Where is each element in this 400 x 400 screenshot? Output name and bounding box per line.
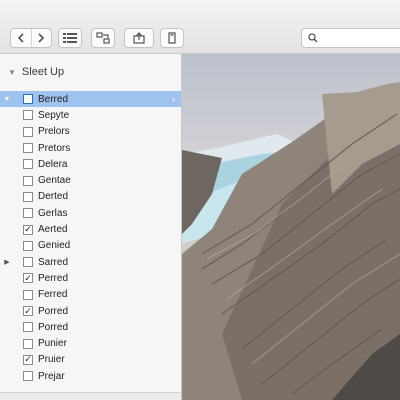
- tag-icon: [168, 32, 176, 44]
- sidebar-item-label: Sepyte: [38, 109, 70, 121]
- checkbox[interactable]: [23, 191, 33, 202]
- checkbox[interactable]: [23, 175, 33, 186]
- checkbox[interactable]: [23, 126, 33, 137]
- share-button[interactable]: [124, 28, 154, 48]
- checkbox[interactable]: ✓: [23, 306, 33, 316]
- tag-button[interactable]: [160, 28, 184, 48]
- checkbox[interactable]: [23, 159, 33, 170]
- back-forward-control: [10, 28, 52, 48]
- sidebar-item-label: Sarred: [38, 256, 69, 268]
- sidebar-item-label: Berred: [38, 93, 69, 105]
- arrange-icon: [96, 32, 110, 44]
- sidebar-item-label: Delera: [38, 158, 68, 170]
- sidebar-item-label: Aerted: [38, 224, 68, 236]
- disclosure-right-icon[interactable]: ▶: [0, 258, 14, 266]
- checkbox[interactable]: [23, 143, 33, 154]
- sidebar-item-label: Perred: [38, 272, 69, 284]
- sidebar-item[interactable]: Porred: [0, 319, 181, 335]
- search-field[interactable]: [301, 28, 400, 48]
- checkbox[interactable]: ✓: [23, 354, 33, 365]
- sidebar-header-label: Sleet Up: [21, 66, 65, 78]
- sidebar-item-label: Derted: [38, 191, 69, 203]
- checkbox[interactable]: [23, 257, 33, 268]
- sidebar-item[interactable]: Prejar: [0, 368, 181, 384]
- sidebar-item-label: Punier: [38, 338, 67, 350]
- sidebar-item[interactable]: ✓ Perred: [0, 270, 181, 286]
- sidebar-item[interactable]: Sepyte: [0, 107, 181, 123]
- checkbox[interactable]: [23, 94, 33, 105]
- checkbox[interactable]: [23, 338, 33, 349]
- checkbox[interactable]: ✓: [23, 224, 33, 235]
- arrange-button[interactable]: [91, 28, 115, 48]
- chevron-right-icon: [38, 33, 45, 43]
- disclosure-down-icon: ▼: [8, 67, 16, 77]
- sidebar-item[interactable]: Pretors: [0, 140, 181, 156]
- checkbox[interactable]: [23, 289, 33, 300]
- sidebar-item-label: Gerlas: [38, 207, 68, 219]
- mountain-photo: [182, 82, 400, 400]
- search-input[interactable]: [322, 32, 400, 44]
- back-button[interactable]: [11, 29, 32, 47]
- sidebar-item-label: Prejar: [38, 370, 65, 382]
- sidebar-item-label: Genied: [38, 240, 71, 252]
- checkbox[interactable]: [23, 208, 33, 219]
- sidebar-item[interactable]: Gentae: [0, 172, 181, 188]
- sidebar-item[interactable]: ✓ Aerted: [0, 221, 181, 237]
- forward-button[interactable]: [32, 29, 52, 47]
- sidebar-item-label: Prelors: [38, 126, 70, 138]
- sidebar-item[interactable]: Delera: [0, 156, 181, 172]
- toolbar: [0, 0, 400, 54]
- list-view-icon: [63, 33, 77, 43]
- checkbox[interactable]: [23, 110, 33, 121]
- sidebar-scrollbar[interactable]: [0, 392, 181, 400]
- sidebar-item[interactable]: Derted: [0, 189, 181, 205]
- sidebar-item-label: Porred: [38, 321, 69, 333]
- sidebar-item-label: Pruier: [38, 354, 65, 366]
- sidebar-item-label: Pretors: [38, 142, 71, 154]
- sidebar-item[interactable]: ✓ Porred: [0, 303, 181, 319]
- checkbox[interactable]: [23, 322, 33, 333]
- sidebar-item[interactable]: Genied: [0, 238, 181, 254]
- checkbox[interactable]: [23, 240, 33, 251]
- search-icon: [308, 33, 318, 43]
- checkbox[interactable]: [23, 371, 33, 382]
- sidebar-item[interactable]: ✓ Pruier: [0, 352, 181, 368]
- sidebar-item[interactable]: Ferred: [0, 287, 181, 303]
- sidebar-item[interactable]: Punier: [0, 335, 181, 351]
- view-mode-button[interactable]: [58, 28, 82, 48]
- preview-image: [182, 54, 400, 400]
- checkbox[interactable]: ✓: [23, 273, 33, 284]
- sidebar-list: ▼ Berred › Sepyte Prelors Pretors Delera Gentae…: [0, 91, 181, 384]
- chevron-right-icon: ›: [172, 94, 175, 105]
- chevron-left-icon: [17, 33, 24, 43]
- sidebar-item-label: Ferred: [38, 289, 68, 301]
- sidebar-header[interactable]: ▼ Sleet Up: [0, 54, 181, 90]
- sidebar-item[interactable]: ▶ Sarred: [0, 254, 181, 270]
- sidebar-item[interactable]: Gerlas: [0, 205, 181, 221]
- sidebar-item[interactable]: ▼ Berred ›: [0, 91, 181, 108]
- sidebar: ▼ Sleet Up ▼ Berred › Sepyte Prelors Pretors D…: [0, 54, 182, 400]
- sidebar-item[interactable]: Prelors: [0, 124, 181, 140]
- share-icon: [133, 32, 145, 44]
- disclosure-down-icon[interactable]: ▼: [0, 96, 14, 103]
- sidebar-item-label: Gentae: [38, 175, 71, 187]
- sidebar-item-label: Porred: [38, 305, 69, 317]
